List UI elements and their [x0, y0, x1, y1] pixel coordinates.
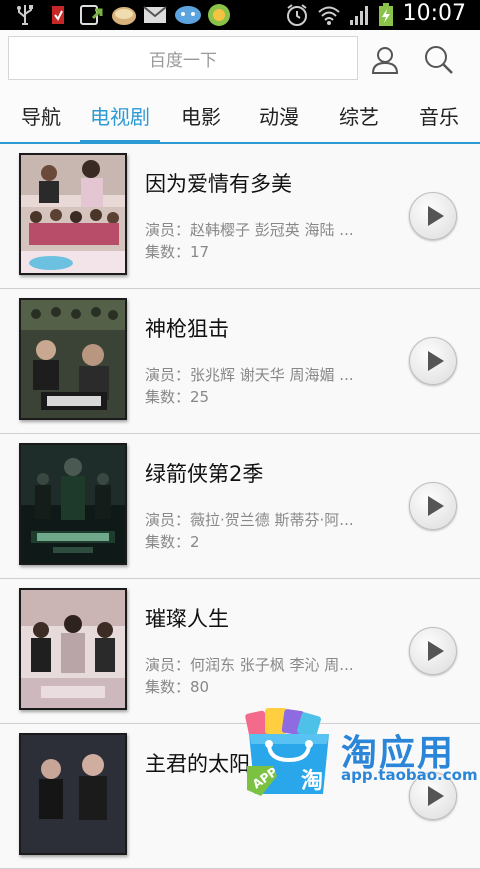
- play-button[interactable]: [409, 627, 457, 675]
- battery-charging-icon: [376, 3, 396, 26]
- tab-anime[interactable]: 动漫: [246, 88, 312, 142]
- list-item[interactable]: 绿箭侠第2季 演员：薇拉·贺兰德 斯蒂芬·阿... 集数：2: [0, 434, 480, 579]
- poster-image[interactable]: [19, 588, 127, 710]
- show-episodes: 集数：2: [145, 533, 200, 551]
- poster-image[interactable]: [19, 733, 127, 855]
- show-episodes: 集数：25: [145, 388, 210, 406]
- show-actors: 演员：赵韩樱子 彭冠英 海陆 ...: [145, 221, 354, 239]
- tab-navigation[interactable]: 导航: [8, 88, 74, 142]
- show-title: 璀璨人生: [145, 607, 229, 631]
- tab-music[interactable]: 音乐: [406, 88, 472, 142]
- user-icon[interactable]: [365, 40, 405, 80]
- shopping-bag-icon: APP 淘: [243, 706, 335, 798]
- poster-image[interactable]: [19, 443, 127, 565]
- play-button[interactable]: [409, 337, 457, 385]
- tab-tv-series[interactable]: 电视剧: [80, 88, 160, 144]
- search-bar: 百度一下: [0, 30, 480, 88]
- show-actors: 演员：何润东 张子枫 李沁 周...: [145, 656, 354, 674]
- list-item[interactable]: 神枪狙击 演员：张兆辉 谢天华 周海媚 ... 集数：25: [0, 289, 480, 434]
- status-bar: 10:07: [0, 0, 480, 30]
- signal-icon: [348, 4, 372, 26]
- usb-icon: [14, 4, 36, 26]
- app-icon: [110, 4, 138, 26]
- notification-icon: [50, 4, 66, 26]
- tab-variety[interactable]: 综艺: [326, 88, 392, 142]
- taobao-app-watermark: APP 淘 淘应用 app.taobao.com: [243, 702, 480, 800]
- clock: 10:07: [402, 1, 466, 26]
- alarm-icon: [284, 4, 310, 26]
- chat-icon: [174, 4, 202, 26]
- wifi-icon: [316, 4, 342, 26]
- app-icon-2: [206, 4, 232, 26]
- category-tabs: 导航 电视剧 电影 动漫 综艺 音乐: [0, 88, 480, 144]
- show-title: 绿箭侠第2季: [145, 462, 264, 486]
- show-actors: 演员：薇拉·贺兰德 斯蒂芬·阿...: [145, 511, 354, 529]
- watermark-url: app.taobao.com: [341, 766, 478, 784]
- show-title: 主君的太阳: [145, 752, 250, 776]
- poster-image[interactable]: [19, 298, 127, 420]
- search-icon[interactable]: [419, 40, 459, 80]
- mail-icon: [142, 4, 168, 26]
- upload-icon: [78, 4, 104, 26]
- show-title: 神枪狙击: [145, 317, 229, 341]
- poster-image[interactable]: [19, 153, 127, 275]
- show-episodes: 集数：17: [145, 243, 210, 261]
- search-input[interactable]: 百度一下: [8, 36, 358, 80]
- play-button[interactable]: [409, 482, 457, 530]
- show-title: 因为爱情有多美: [145, 172, 292, 196]
- tab-movies[interactable]: 电影: [168, 88, 234, 142]
- show-episodes: 集数：80: [145, 678, 210, 696]
- list-item[interactable]: 因为爱情有多美 演员：赵韩樱子 彭冠英 海陆 ... 集数：17: [0, 144, 480, 289]
- play-button[interactable]: [409, 192, 457, 240]
- bag-char: 淘: [301, 768, 323, 794]
- show-actors: 演员：张兆辉 谢天华 周海媚 ...: [145, 366, 354, 384]
